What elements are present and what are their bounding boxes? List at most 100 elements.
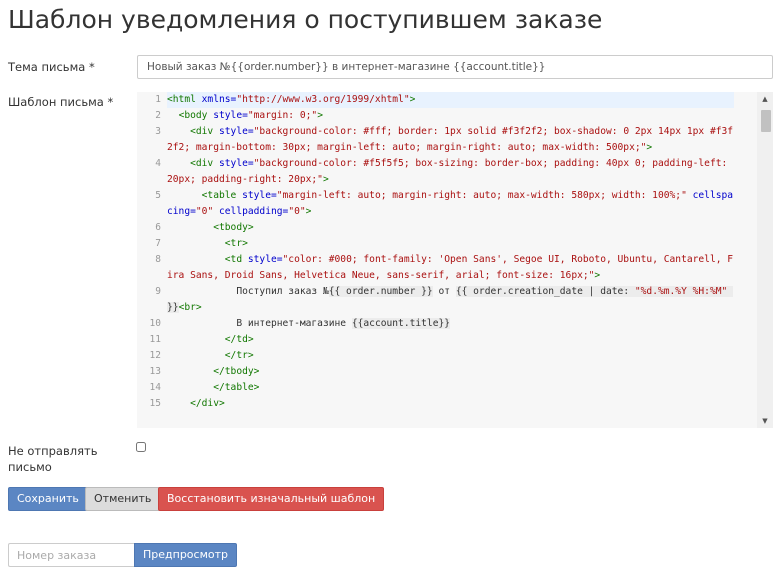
line-number: 5 (155, 190, 161, 201)
code-text[interactable]: </table> (167, 380, 734, 396)
code-token: <br> (178, 302, 202, 313)
subject-input[interactable] (137, 55, 773, 79)
save-button[interactable]: Сохранить (8, 487, 88, 511)
code-token: <table (201, 190, 243, 201)
code-line[interactable]: 7 <tr> (137, 236, 757, 252)
code-token: {{ order.number }} (328, 286, 433, 297)
code-text[interactable]: <table style="margin-left: auto; margin-… (167, 188, 734, 220)
code-token: <td (224, 254, 248, 265)
code-token: > (594, 270, 601, 281)
code-token: </tbody> (213, 366, 260, 377)
template-code-editor[interactable]: 1 <html xmlns="http://www.w3.org/1999/xht… (137, 92, 773, 428)
code-text[interactable]: <div style="background-color: #fff; bord… (167, 124, 734, 156)
code-token: В интернет-магазине (167, 318, 352, 329)
line-number: 13 (149, 366, 161, 377)
code-token: style= (242, 190, 277, 201)
template-label: Шаблон письма * (8, 95, 114, 109)
line-number: 12 (149, 350, 161, 361)
editor-scrollbar[interactable]: ▲ ▼ (757, 92, 773, 428)
code-token: style= (219, 126, 254, 137)
code-line[interactable]: 2 <body style="margin: 0;"> (137, 108, 757, 124)
code-line[interactable]: 4 <div style="background-color: #f5f5f5;… (137, 156, 757, 188)
order-number-input[interactable] (8, 543, 134, 567)
code-token: "margin: 0;" (247, 110, 318, 121)
code-text[interactable]: </tbody> (167, 364, 734, 380)
code-token: Поступил заказ № (167, 286, 329, 297)
code-token: cellpadding= (219, 206, 289, 217)
code-line[interactable]: 12 </tr> (137, 348, 757, 364)
code-line[interactable]: 11 </td> (137, 332, 757, 348)
line-number: 9 (155, 286, 161, 297)
code-token: от (432, 286, 456, 297)
code-token: style= (219, 158, 254, 169)
code-text[interactable]: <td style="color: #000; font-family: 'Op… (167, 252, 734, 284)
code-line[interactable]: 13 </tbody> (137, 364, 757, 380)
dont-send-checkbox[interactable] (136, 442, 146, 452)
dont-send-label-line1: Не отправлять (8, 444, 98, 458)
code-text[interactable]: </div> (167, 396, 734, 412)
code-token: {{account.title}} (351, 318, 451, 329)
restore-template-button[interactable]: Восстановить изначальный шаблон (158, 487, 385, 511)
code-token: style= (213, 110, 248, 121)
line-number: 15 (149, 398, 161, 409)
page-title: Шаблон уведомления о поступившем заказе (8, 5, 603, 34)
code-line[interactable]: 5 <table style="margin-left: auto; margi… (137, 188, 757, 220)
code-line[interactable]: 14 </table> (137, 380, 757, 396)
code-line[interactable]: 15 </div> (137, 396, 757, 412)
code-token: {{ order.creation_date | date: (455, 286, 635, 297)
cancel-button[interactable]: Отменить (85, 487, 161, 511)
code-line[interactable]: 10 В интернет-магазине {{account.title}} (137, 316, 757, 332)
code-text[interactable]: <tbody> (167, 220, 734, 236)
code-text[interactable]: В интернет-магазине {{account.title}} (167, 316, 734, 332)
code-line[interactable]: 3 <div style="background-color: #fff; bo… (137, 124, 757, 156)
code-token: </tr> (224, 350, 254, 361)
line-number: 3 (155, 126, 161, 137)
code-line[interactable]: 1 <html xmlns="http://www.w3.org/1999/xht… (137, 92, 757, 108)
line-number: 4 (155, 158, 161, 169)
code-text[interactable]: </tr> (167, 348, 734, 364)
code-token: <body (178, 110, 214, 121)
code-text[interactable]: <html xmlns="http://www.w3.org/1999/xhtm… (167, 92, 734, 108)
code-lines[interactable]: 1 <html xmlns="http://www.w3.org/1999/xht… (137, 92, 757, 428)
code-text[interactable]: <tr> (167, 236, 734, 252)
line-number: 10 (149, 318, 161, 329)
code-token: <html (167, 94, 202, 105)
code-token: "margin-left: auto; margin-right: auto; … (276, 190, 687, 201)
code-token: </td> (224, 334, 254, 345)
code-text[interactable]: Поступил заказ №{{ order.number }} от {{… (167, 284, 734, 316)
code-line[interactable]: 9 Поступил заказ №{{ order.number }} от … (137, 284, 757, 316)
code-text[interactable]: </td> (167, 332, 734, 348)
scroll-thumb[interactable] (761, 110, 771, 132)
code-token: <div (190, 126, 219, 137)
code-text[interactable]: <div style="background-color: #f5f5f5; b… (167, 156, 734, 188)
dont-send-label-line2: письмо (8, 460, 52, 474)
scroll-down-icon[interactable]: ▼ (757, 415, 773, 427)
dont-send-label: Не отправлять письмо (8, 443, 98, 475)
code-token: "%d.%m.%Y %H:%M" (634, 286, 728, 297)
code-token: > (317, 110, 323, 121)
code-token: "http://www.w3.org/1999/xhtml" (236, 94, 410, 105)
line-number: 6 (155, 222, 161, 233)
code-token: </table> (213, 382, 260, 393)
code-line[interactable]: 8 <td style="color: #000; font-family: '… (137, 252, 757, 284)
code-line[interactable]: 6 <tbody> (137, 220, 757, 236)
code-token: <div (190, 158, 219, 169)
line-number: 14 (149, 382, 161, 393)
code-text[interactable]: <body style="margin: 0;"> (167, 108, 734, 124)
code-token: > (322, 174, 329, 185)
line-number: 1 (155, 94, 161, 105)
preview-button[interactable]: Предпросмотр (134, 543, 237, 567)
scroll-up-icon[interactable]: ▲ (757, 93, 773, 105)
